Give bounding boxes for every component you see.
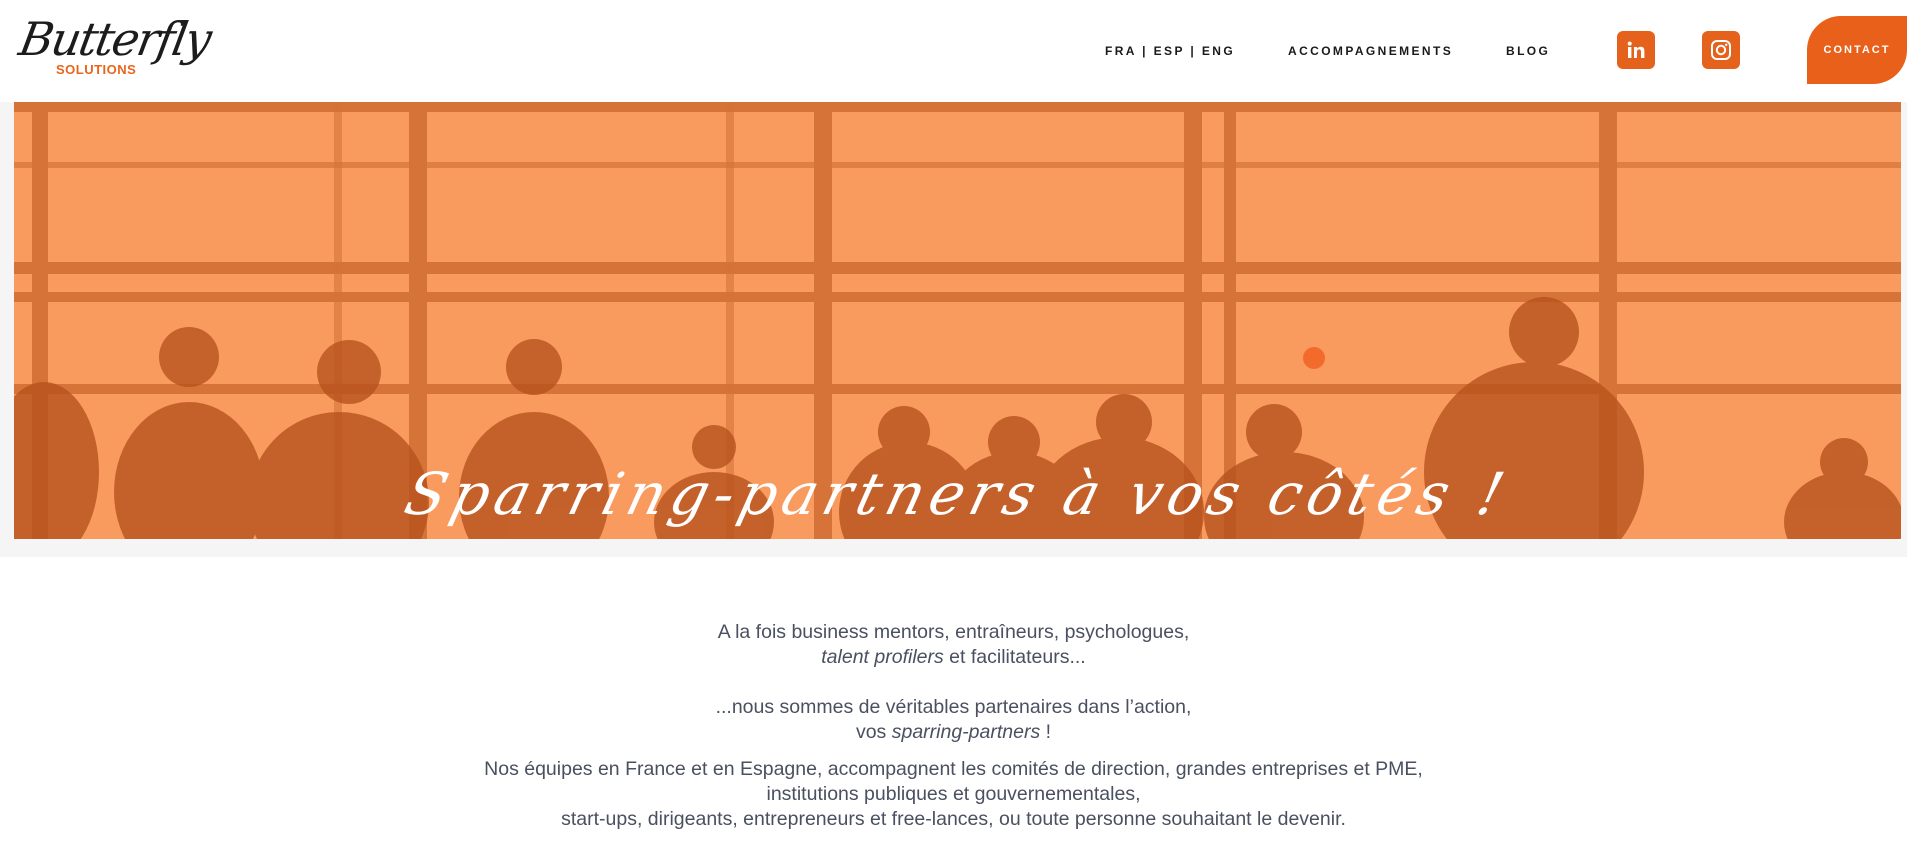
intro-line-4: vos sparring-partners ! [0, 720, 1907, 745]
intro-emphasis-sparring-partners: sparring-partners [891, 721, 1041, 743]
linkedin-icon [1627, 41, 1645, 58]
nav-accompagnements[interactable]: ACCOMPAGNEMENTS [1288, 44, 1453, 58]
intro-line-1: A la fois business mentors, entraîneurs,… [717, 621, 1190, 643]
intro-line-2-rest: et facilitateurs... [943, 646, 1086, 668]
nav-blog[interactable]: BLOG [1506, 44, 1550, 58]
logo-script-text: Butterfly [15, 12, 215, 66]
site-header: Butterfly SOLUTIONS FRA | ESP | ENG ACCO… [0, 0, 1907, 102]
intro-line-7: start-ups, dirigeants, entrepreneurs et … [561, 808, 1346, 830]
intro-line-6: institutions publiques et gouvernemental… [766, 783, 1141, 805]
logo-subtitle: SOLUTIONS [56, 62, 137, 77]
intro-line-5: Nos équipes en France et en Espagne, acc… [484, 758, 1423, 780]
instagram-icon [1711, 40, 1731, 60]
contact-button[interactable]: CONTACT [1807, 16, 1907, 84]
butterfly-logo[interactable]: Butterfly SOLUTIONS [15, 12, 214, 84]
nav-language-switcher[interactable]: FRA | ESP | ENG [1105, 44, 1235, 58]
intro-line-3: ...nous sommes de véritables partenaires… [715, 696, 1192, 718]
hero-title: Sparring-partners à vos côtés ! [398, 460, 1517, 528]
linkedin-button[interactable] [1617, 31, 1655, 69]
intro-line-4-pre: vos [855, 721, 892, 743]
intro-emphasis-talent-profilers: talent profilers [821, 646, 944, 668]
intro-line-4-post: ! [1040, 721, 1052, 743]
hero-banner: Sparring-partners à vos côtés ! [14, 102, 1901, 539]
instagram-button[interactable] [1702, 31, 1740, 69]
intro-line-2: talent profilers et facilitateurs... [0, 645, 1907, 670]
